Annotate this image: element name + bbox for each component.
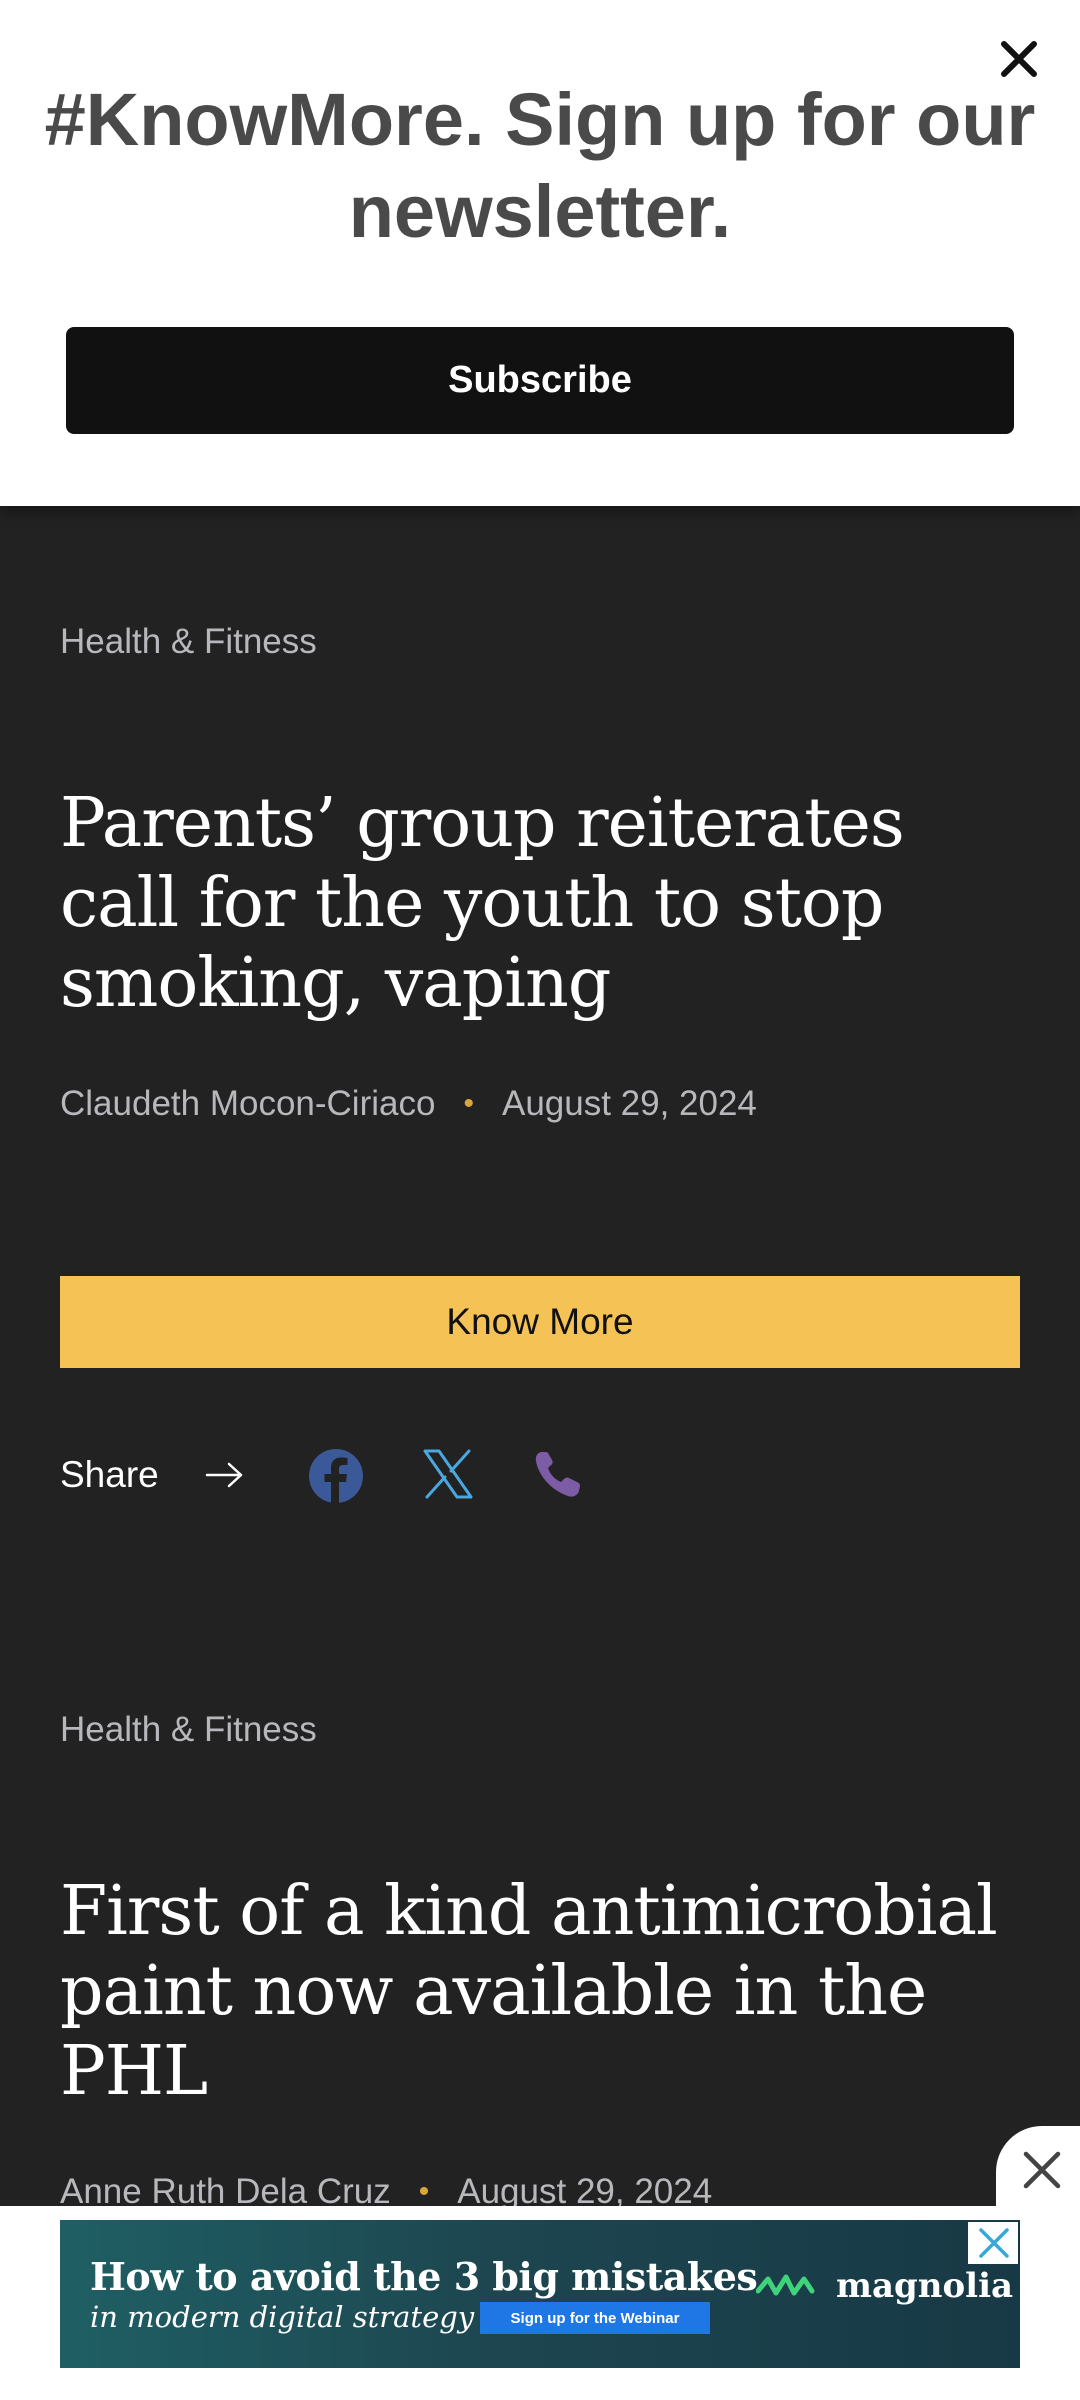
viber-phone-icon[interactable]	[532, 1448, 584, 1500]
close-icon	[979, 2228, 1009, 2258]
article-date: August 29, 2024	[501, 1084, 757, 1123]
article-author[interactable]: Claudeth Mocon-Ciriaco	[60, 1084, 435, 1124]
meta-separator: •	[463, 1087, 474, 1120]
article-title[interactable]: First of a kind antimicrobial paint now …	[60, 1872, 1020, 2112]
newsletter-title: #KnowMore. Sign up for our newsletter.	[44, 78, 1036, 253]
ad-info-close[interactable]	[968, 2222, 1018, 2264]
arrow-right-icon	[205, 1462, 242, 1488]
ad-cta-button[interactable]: Sign up for the Webinar	[480, 2302, 710, 2334]
ad-banner[interactable]: How to avoid the 3 big mistakes in moder…	[60, 2220, 1020, 2368]
ad-brand-name: magnolia	[836, 2266, 1014, 2306]
newsletter-banner: #KnowMore. Sign up for our newsletter. S…	[0, 0, 1080, 506]
subscribe-button[interactable]: Subscribe	[66, 327, 1014, 434]
magnolia-logo-icon	[756, 2274, 815, 2296]
share-row: Share	[60, 1440, 245, 1510]
know-more-button[interactable]: Know More	[60, 1276, 1020, 1368]
share-label: Share	[60, 1454, 159, 1495]
article-category[interactable]: Health & Fitness	[60, 1710, 317, 1750]
article-title[interactable]: Parents’ group reiterates call for the y…	[60, 784, 1020, 1024]
meta-separator: •	[418, 2175, 430, 2208]
close-icon	[1023, 2151, 1061, 2189]
ad-brand: magnolia	[756, 2266, 1013, 2306]
article-meta: Claudeth Mocon-Ciriaco • August 29, 2024	[60, 1084, 757, 1124]
ad-headline: How to avoid the 3 big mistakes	[90, 2254, 758, 2299]
article-category[interactable]: Health & Fitness	[60, 622, 317, 662]
facebook-icon[interactable]	[308, 1448, 364, 1504]
ad-close-button[interactable]	[996, 2126, 1080, 2216]
ad-subline: in modern digital strategy	[90, 2300, 475, 2334]
x-twitter-icon[interactable]	[422, 1448, 474, 1500]
